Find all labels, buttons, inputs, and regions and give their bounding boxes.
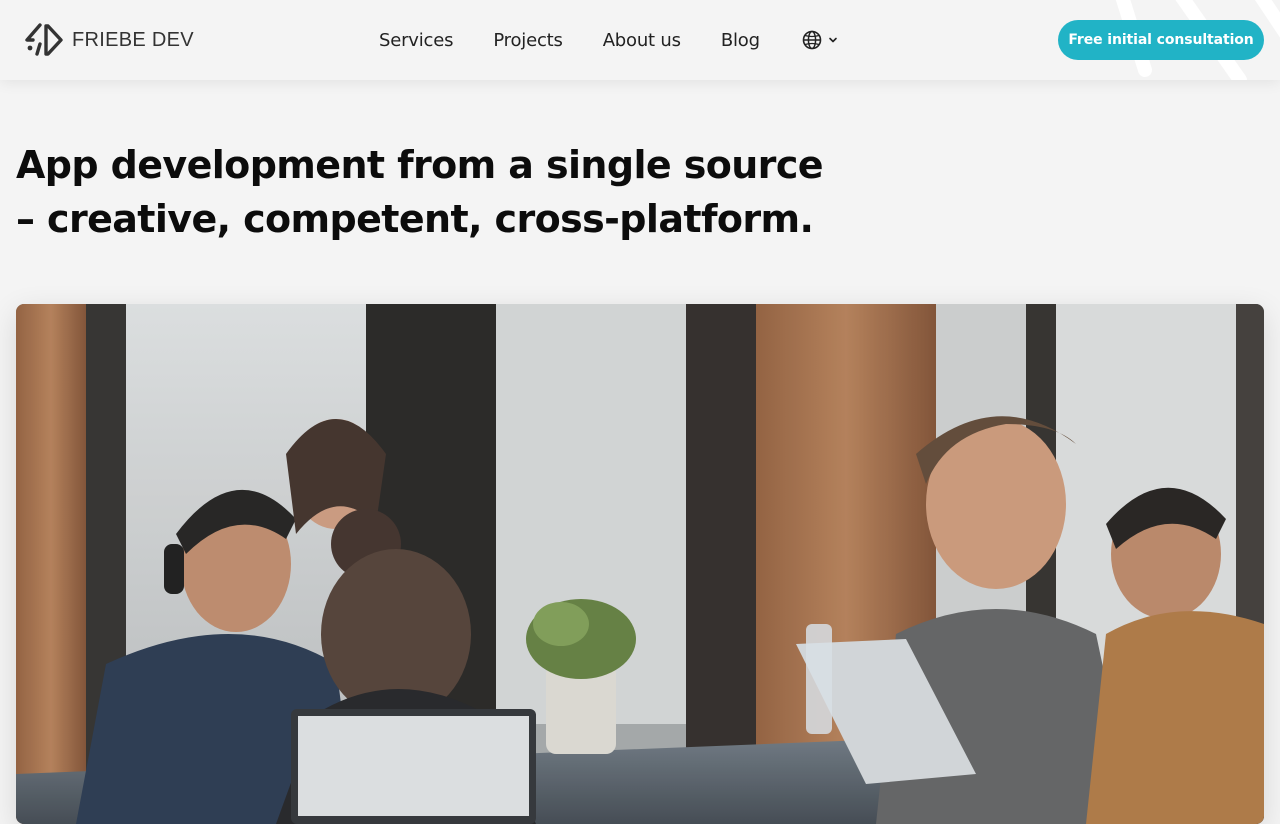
logo-text: FRIEBE DEV <box>72 28 194 51</box>
globe-icon <box>802 30 822 50</box>
site-header: FRIEBE DEV Services Projects About us Bl… <box>0 0 1280 80</box>
hero-image <box>16 304 1264 824</box>
nav-item-blog[interactable]: Blog <box>721 30 760 51</box>
hero-title-line-2: – creative, competent, cross-platform. <box>16 197 814 241</box>
logo-link[interactable]: FRIEBE DEV <box>24 22 194 58</box>
nav-item-projects[interactable]: Projects <box>493 30 563 51</box>
free-consultation-button[interactable]: Free initial consultation <box>1058 20 1264 60</box>
main-nav: Services Projects About us Blog <box>379 26 838 54</box>
language-selector[interactable] <box>802 30 838 50</box>
hero-title-line-1: App development from a single source <box>16 143 824 187</box>
chevron-down-icon <box>828 35 838 45</box>
team-photo-illustration <box>16 304 1264 824</box>
nav-item-about-us[interactable]: About us <box>603 30 681 51</box>
hero-title: App development from a single source – c… <box>16 138 836 246</box>
nav-item-services[interactable]: Services <box>379 30 454 51</box>
logo-icon <box>25 23 63 56</box>
